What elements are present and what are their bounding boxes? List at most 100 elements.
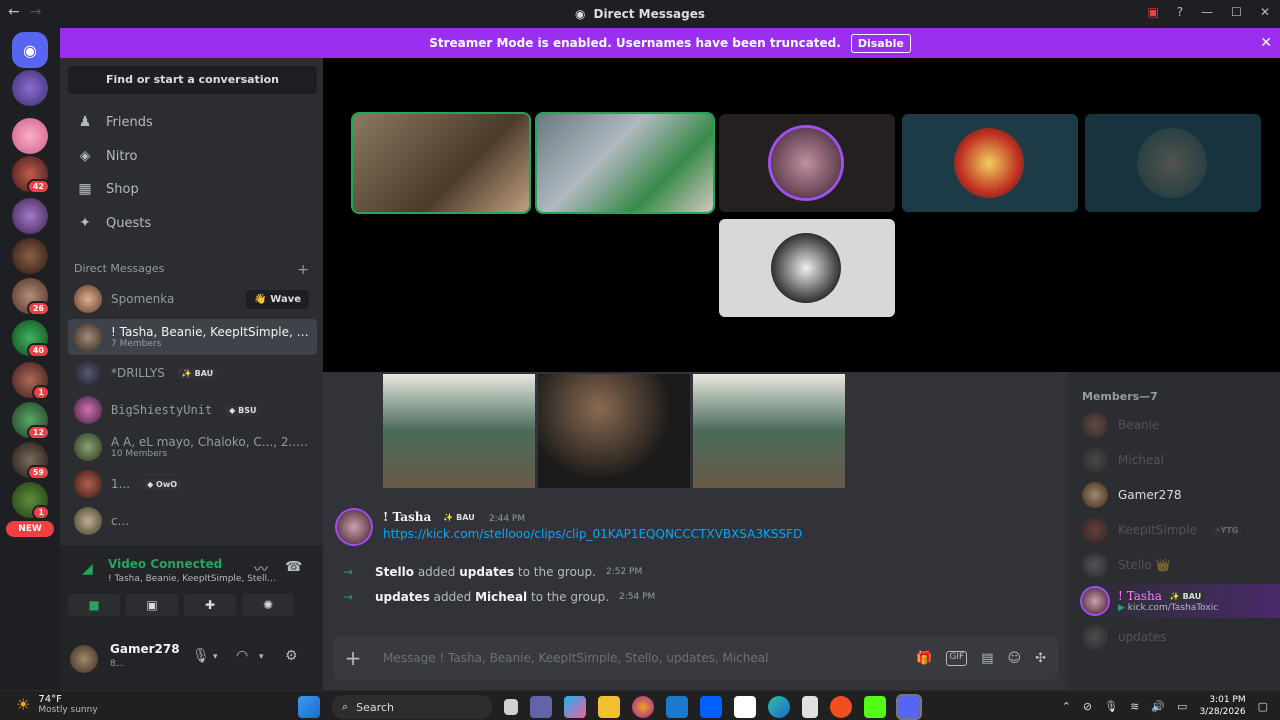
discord-taskbar-icon[interactable]: [896, 694, 922, 720]
taskbar-search[interactable]: ⌕ Search: [332, 695, 492, 719]
mute-mic-icon[interactable]: 🎙: [192, 648, 210, 664]
weather-widget[interactable]: ☀ 74°F Mostly sunny: [16, 694, 98, 715]
video-tile[interactable]: [719, 219, 895, 317]
apps-icon[interactable]: ✣: [1035, 651, 1046, 666]
mic-options-chevron-icon[interactable]: ▾: [213, 652, 218, 662]
disconnect-icon[interactable]: ☎: [285, 559, 302, 575]
video-tile[interactable]: [1085, 114, 1261, 212]
image-attachment[interactable]: [383, 374, 535, 488]
nav-quests[interactable]: ✦ Quests: [68, 206, 317, 240]
teams-icon[interactable]: [530, 696, 552, 718]
wifi-icon[interactable]: ≋: [1130, 700, 1139, 713]
member-item[interactable]: Gamer278: [1082, 478, 1278, 512]
create-dm-plus-icon[interactable]: +: [297, 262, 309, 278]
message-link[interactable]: https://kick.com/stellooo/clips/clip_01K…: [383, 527, 802, 541]
member-item[interactable]: KeepItSimple ⚡YTG: [1082, 513, 1278, 547]
message-author[interactable]: ! Tasha: [383, 510, 431, 524]
forward-arrow-icon[interactable]: →: [30, 4, 42, 20]
server-icon[interactable]: 1: [12, 482, 50, 520]
home-button[interactable]: ◉: [12, 32, 48, 68]
notepad-icon[interactable]: [802, 696, 818, 718]
server-icon[interactable]: [12, 70, 48, 106]
edge-icon[interactable]: [768, 696, 790, 718]
nav-nitro[interactable]: ◈ Nitro: [68, 139, 317, 173]
member-item[interactable]: Stello 👑: [1082, 548, 1278, 582]
member-item[interactable]: Micheal: [1082, 443, 1278, 477]
video-tile[interactable]: [719, 114, 895, 212]
message-author-avatar[interactable]: [337, 510, 371, 544]
screenshare-button[interactable]: ▣: [126, 594, 178, 616]
video-tile[interactable]: [535, 112, 715, 214]
find-conversation-button[interactable]: Find or start a conversation: [68, 66, 317, 94]
clock[interactable]: 3:01 PM 3/28/2026: [1199, 694, 1245, 718]
dm-item[interactable]: BigShiestyUnit ◆ BSU: [68, 392, 317, 428]
nav-friends[interactable]: ♟ Friends: [68, 105, 317, 139]
dm-item[interactable]: A A, eL mayo, Chaloko, C..., 2..., ... 1…: [68, 429, 317, 465]
battery-icon[interactable]: ▭: [1177, 700, 1187, 713]
wave-button[interactable]: 👋 Wave: [246, 289, 309, 309]
dm-item[interactable]: *DRILLYS ✨ BAU: [68, 355, 317, 391]
volume-icon[interactable]: 🔊: [1151, 700, 1165, 713]
soundboard-button[interactable]: ✺: [242, 594, 294, 616]
headset-options-chevron-icon[interactable]: ▾: [259, 652, 264, 662]
sticker-icon[interactable]: ▤: [981, 651, 993, 666]
brave-icon[interactable]: [830, 696, 852, 718]
dm-item[interactable]: 1... ◆ OwO: [68, 466, 317, 502]
activities-button[interactable]: ✚: [184, 594, 236, 616]
gift-icon[interactable]: 🎁: [916, 651, 932, 666]
windows-start-icon[interactable]: [298, 696, 320, 718]
tray-overflow-chevron-icon[interactable]: ⌃: [1062, 700, 1071, 713]
attach-plus-icon[interactable]: +: [333, 646, 373, 670]
noise-suppression-icon[interactable]: 〰: [254, 559, 268, 579]
user-avatar[interactable]: [70, 645, 98, 673]
microphone-icon[interactable]: 🎙: [1104, 700, 1118, 713]
video-tile[interactable]: [902, 114, 1078, 212]
image-attachment[interactable]: [693, 374, 845, 488]
video-tile[interactable]: [351, 112, 531, 214]
member-item[interactable]: ! Tasha ✨ BAU ▶ kick.com/TashaToxic: [1082, 584, 1280, 618]
server-icon[interactable]: 12: [12, 402, 50, 440]
server-icon[interactable]: 26: [12, 278, 50, 316]
mail-icon[interactable]: [666, 696, 688, 718]
help-icon[interactable]: ?: [1177, 5, 1183, 19]
system-actor[interactable]: updates: [375, 590, 430, 604]
server-icon[interactable]: [12, 238, 48, 274]
nav-shop[interactable]: ▦ Shop: [68, 172, 317, 206]
server-icon[interactable]: [12, 118, 48, 154]
emoji-icon[interactable]: ☺: [1008, 651, 1022, 666]
task-view-icon[interactable]: [504, 699, 518, 715]
server-icon[interactable]: [12, 198, 48, 234]
camera-button[interactable]: ■: [68, 594, 120, 616]
notion-icon[interactable]: [734, 696, 756, 718]
dm-item-selected[interactable]: ! Tasha, Beanie, KeepItSimple, St... 7 M…: [68, 319, 317, 355]
maximize-icon[interactable]: ☐: [1231, 5, 1242, 19]
server-icon[interactable]: 59: [12, 442, 50, 480]
copilot-icon[interactable]: [564, 696, 586, 718]
message-input[interactable]: Message ! Tasha, Beanie, KeepItSimple, S…: [373, 651, 916, 665]
close-window-icon[interactable]: ✕: [1260, 5, 1270, 19]
server-icon[interactable]: 40: [12, 320, 50, 358]
notifications-icon[interactable]: ▢: [1258, 700, 1268, 713]
inbox-icon[interactable]: ▣: [1147, 5, 1158, 19]
server-icon[interactable]: 42: [12, 156, 50, 194]
system-actor[interactable]: Stello: [375, 565, 414, 579]
back-arrow-icon[interactable]: ←: [8, 4, 20, 20]
image-attachment[interactable]: [538, 374, 690, 488]
location-off-icon[interactable]: ⊘: [1083, 700, 1092, 713]
headset-icon[interactable]: ◠: [236, 648, 248, 664]
minimize-icon[interactable]: —: [1201, 5, 1213, 19]
server-icon[interactable]: 1: [12, 362, 50, 400]
message-composer[interactable]: + Message ! Tasha, Beanie, KeepItSimple,…: [333, 636, 1058, 680]
dm-item[interactable]: Spomenka 👋 Wave: [68, 281, 317, 317]
close-banner-icon[interactable]: ✕: [1260, 35, 1272, 51]
gif-icon[interactable]: GIF: [946, 650, 968, 666]
firefox-icon[interactable]: [632, 696, 654, 718]
settings-gear-icon[interactable]: ⚙: [285, 648, 298, 664]
system-target[interactable]: Micheal: [475, 590, 527, 604]
dm-item[interactable]: c...: [68, 503, 317, 539]
member-item[interactable]: Beanie: [1082, 408, 1278, 442]
kick-icon[interactable]: [864, 696, 886, 718]
member-item[interactable]: updates: [1082, 620, 1278, 654]
file-explorer-icon[interactable]: [598, 696, 620, 718]
disable-streamer-button[interactable]: Disable: [850, 33, 911, 53]
